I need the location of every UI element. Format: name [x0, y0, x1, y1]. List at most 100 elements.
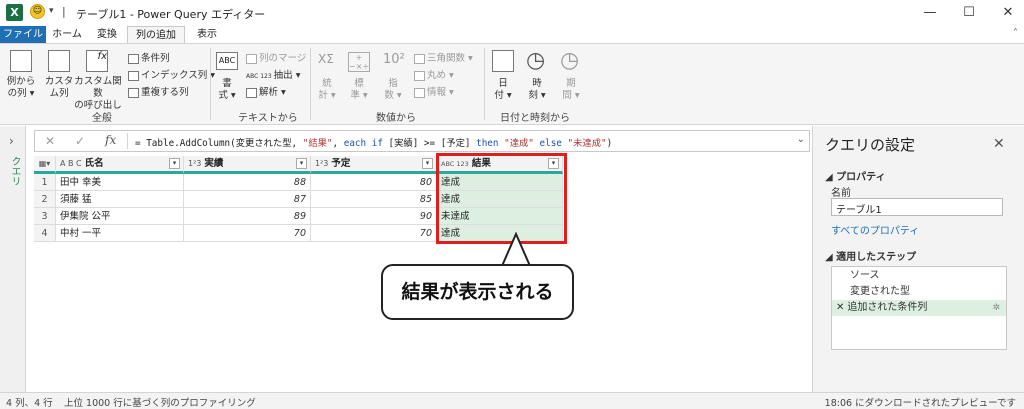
column-header-label: 予定	[331, 158, 351, 169]
tab-transform[interactable]: 変換	[90, 26, 124, 44]
standard-button[interactable]: 標 準 ▾	[346, 78, 372, 102]
gear-icon[interactable]: ✲	[992, 300, 1000, 316]
query-name-input[interactable]: テーブル1	[831, 198, 1003, 216]
merge-columns-button[interactable]: 列のマージ	[246, 50, 306, 64]
custom-column-button[interactable]: カスタ ム列	[42, 76, 76, 100]
tab-home[interactable]: ホーム	[48, 26, 86, 44]
title-bar: X ☺ ▾ | テーブル1 - Power Query エディター — ☐ ✕	[0, 0, 1024, 26]
filter-dropdown-icon[interactable]: ▾	[296, 158, 307, 169]
expand-formula-icon[interactable]: ⌄	[797, 134, 805, 145]
format-label-2: 式 ▾	[218, 90, 236, 101]
information-button[interactable]: 情報 ▾	[414, 84, 454, 98]
trigonometry-button[interactable]: 三角関数 ▾	[414, 50, 473, 64]
parse-label: 解析 ▾	[259, 87, 286, 98]
duration-label-1: 期	[566, 78, 576, 89]
formula-text[interactable]: = Table.AddColumn(変更された型, "結果", each if …	[135, 135, 612, 149]
table-cell[interactable]: 80	[311, 174, 437, 191]
applied-step-selected[interactable]: ✕ 追加された条件列 ✲	[832, 300, 1006, 316]
duration-button[interactable]: 期 間 ▾	[558, 78, 584, 102]
scientific-button[interactable]: 指 数 ▾	[380, 78, 406, 102]
column-from-examples-button[interactable]: 例から の列 ▾	[4, 76, 38, 100]
column-header-name[interactable]: A B C 氏名 ▾	[56, 156, 184, 174]
applied-steps-header[interactable]: ◢ 適用したステップ	[825, 248, 916, 263]
all-properties-link[interactable]: すべてのプロパティ	[831, 222, 919, 237]
duplicate-column-icon	[128, 87, 139, 98]
fx-icon[interactable]: fx	[105, 133, 116, 147]
trigonometry-icon	[414, 53, 425, 64]
parse-button[interactable]: 解析 ▾	[246, 84, 286, 98]
close-window-button[interactable]: ✕	[994, 4, 1022, 22]
invoke-custom-function-label-1: カスタム関数	[74, 76, 122, 99]
text-type-icon[interactable]: A B C	[60, 159, 82, 168]
row-number[interactable]: 3	[34, 208, 56, 225]
maximize-button[interactable]: ☐	[955, 4, 983, 22]
conditional-column-button[interactable]: 条件列	[128, 50, 170, 64]
status-row-count: 4 列、4 行	[6, 398, 53, 409]
delete-step-icon[interactable]: ✕	[836, 302, 844, 313]
formula-bar[interactable]: ✕ ✓ fx = Table.AddColumn(変更された型, "結果", e…	[34, 130, 810, 152]
callout-pointer	[500, 232, 532, 268]
column-header-plan[interactable]: 1²3 予定 ▾	[311, 156, 437, 174]
confirm-formula-icon[interactable]: ✓	[75, 134, 85, 148]
table-cell[interactable]: 85	[311, 191, 437, 208]
format-button[interactable]: 書 式 ▾	[214, 78, 240, 102]
rounding-button[interactable]: 丸め ▾	[414, 67, 454, 81]
quick-access-dropdown-icon[interactable]: ▾	[49, 6, 54, 16]
rounding-label: 丸め ▾	[427, 70, 454, 81]
properties-header[interactable]: ◢ プロパティ	[825, 168, 886, 183]
tab-file[interactable]: ファイル	[0, 26, 46, 44]
extract-button[interactable]: ABC 123 抽出 ▾	[246, 67, 300, 81]
statistics-button[interactable]: 統 計 ▾	[314, 78, 340, 102]
row-number[interactable]: 2	[34, 191, 56, 208]
minimize-button[interactable]: —	[916, 4, 944, 22]
filter-dropdown-icon[interactable]: ▾	[422, 158, 433, 169]
column-header-actual[interactable]: 1²3 実績 ▾	[184, 156, 311, 174]
collapse-ribbon-icon[interactable]: ˄	[1013, 28, 1018, 39]
invoke-custom-function-button[interactable]: カスタム関数 の呼び出し	[72, 76, 124, 112]
table-cell[interactable]: 88	[184, 174, 311, 191]
tab-add-column[interactable]: 列の追加	[127, 26, 185, 44]
number-type-icon[interactable]: 1²3	[188, 159, 201, 168]
tab-view[interactable]: 表示	[190, 26, 224, 44]
row-number[interactable]: 1	[34, 174, 56, 191]
format-label-1: 書	[222, 78, 232, 89]
smiley-icon[interactable]: ☺	[30, 4, 45, 19]
time-button[interactable]: 時 刻 ▾	[524, 78, 550, 102]
queries-pane-collapsed[interactable]: › クエリ	[0, 126, 26, 392]
status-download: 18:06 にダウンロードされたプレビューです	[824, 398, 1016, 409]
table-cell[interactable]: 伊集院 公平	[56, 208, 184, 225]
index-column-button[interactable]: インデックス列 ▾	[128, 67, 215, 81]
table-cell[interactable]: 89	[184, 208, 311, 225]
table-cell[interactable]: 70	[184, 225, 311, 242]
formula-token: ,	[332, 138, 344, 149]
conditional-column-icon	[128, 53, 139, 64]
table-cell[interactable]: 須藤 猛	[56, 191, 184, 208]
number-type-icon[interactable]: 1²3	[315, 159, 328, 168]
table-cell[interactable]: 87	[184, 191, 311, 208]
table-cell[interactable]: 90	[311, 208, 437, 225]
row-number[interactable]: 4	[34, 225, 56, 242]
formula-token: else	[539, 138, 562, 149]
column-from-examples-label-2: の列 ▾	[7, 88, 35, 99]
applied-step[interactable]: ソース	[832, 268, 1006, 284]
filter-dropdown-icon[interactable]: ▾	[169, 158, 180, 169]
index-column-label: インデックス列 ▾	[141, 70, 216, 81]
column-header-label: 氏名	[84, 158, 104, 169]
extract-label: 抽出 ▾	[273, 70, 301, 81]
table-cell[interactable]: 田中 幸美	[56, 174, 184, 191]
cancel-formula-icon[interactable]: ✕	[45, 134, 55, 148]
applied-step[interactable]: 変更された型	[832, 284, 1006, 300]
scientific-label-1: 指	[388, 78, 398, 89]
table-cell[interactable]: 70	[311, 225, 437, 242]
date-button[interactable]: 日 付 ▾	[490, 78, 516, 102]
group-label-text: テキストから	[238, 113, 298, 124]
trigonometry-label: 三角関数 ▾	[427, 53, 473, 64]
duplicate-column-button[interactable]: 重複する列	[128, 84, 189, 98]
table-cell[interactable]: 中村 一平	[56, 225, 184, 242]
statistics-label-2: 計 ▾	[318, 90, 336, 101]
status-profiling[interactable]: 上位 1000 行に基づく列のプロファイリング	[64, 395, 256, 409]
expand-queries-icon[interactable]: ›	[9, 134, 14, 148]
quick-access-separator: |	[62, 5, 66, 18]
table-menu-icon[interactable]: ▦▾	[34, 156, 56, 174]
close-pane-icon[interactable]: ✕	[993, 136, 1005, 152]
